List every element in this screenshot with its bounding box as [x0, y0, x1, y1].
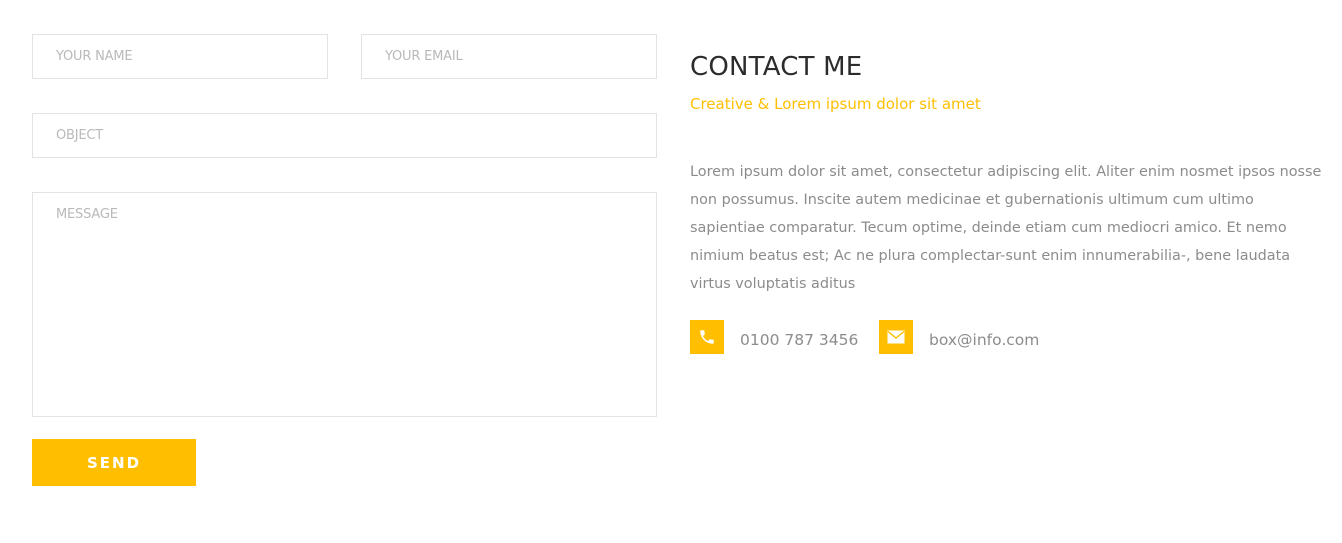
- envelope-icon: [879, 320, 913, 354]
- send-button[interactable]: SEND: [32, 439, 196, 486]
- phone-icon: [690, 320, 724, 354]
- email-input[interactable]: [361, 34, 657, 79]
- name-input[interactable]: [32, 34, 328, 79]
- contact-description: Lorem ipsum dolor sit amet, consectetur …: [690, 164, 1322, 292]
- phone-number: 0100 787 3456: [740, 331, 859, 349]
- email-link[interactable]: box@info.com: [929, 329, 1039, 351]
- object-input[interactable]: [32, 113, 657, 158]
- contact-subtitle: Creative & Lorem ipsum dolor sit amet: [690, 95, 981, 113]
- message-textarea[interactable]: [32, 192, 657, 417]
- contact-title: CONTACT ME: [690, 52, 863, 82]
